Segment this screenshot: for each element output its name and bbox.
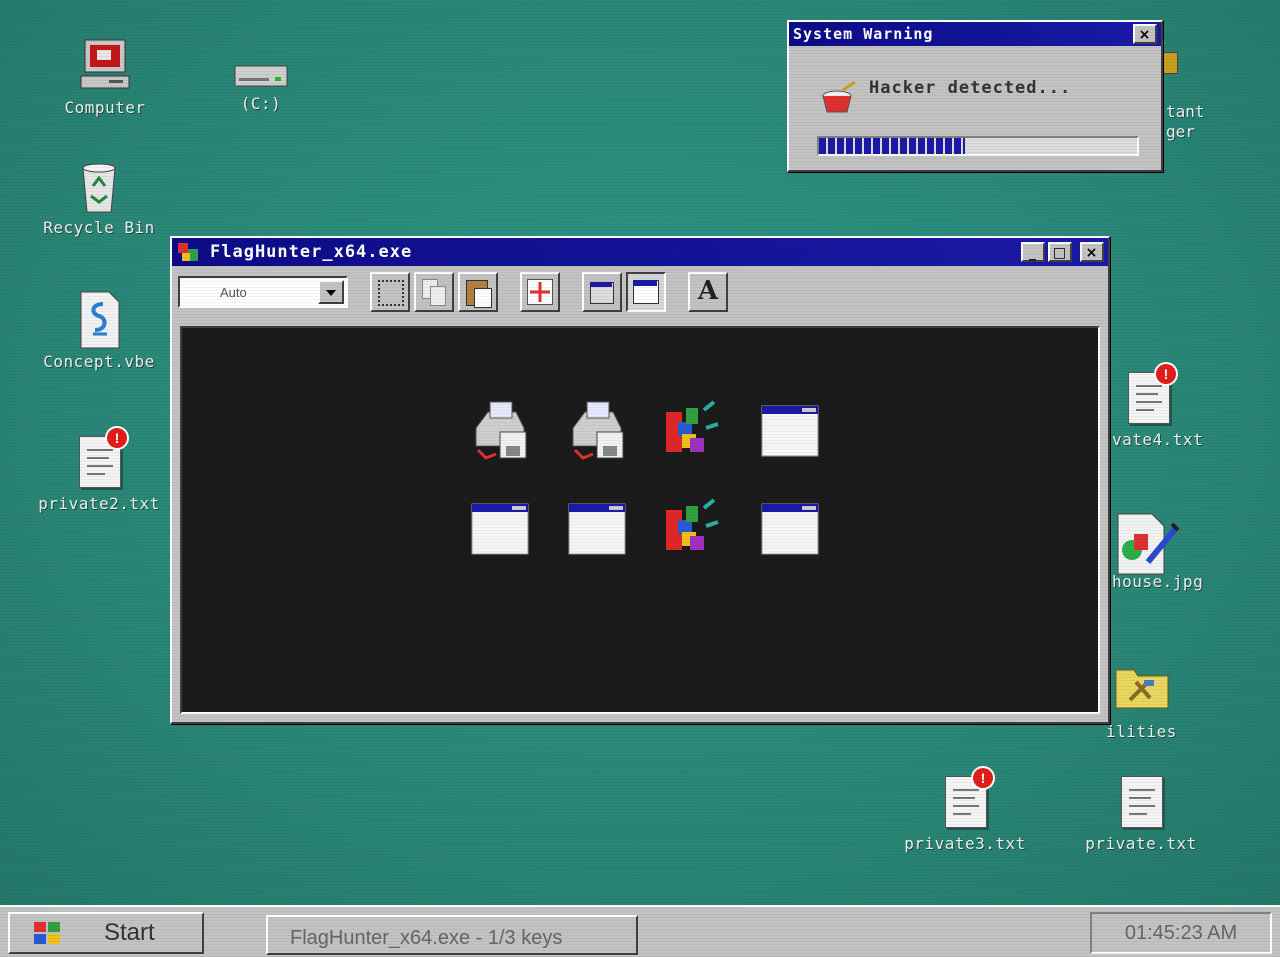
expand-arrows-icon [527,279,553,305]
start-label: Start [104,919,155,946]
desktop-icon-partial[interactable]: tant ger [1160,46,1220,146]
warning-icon [819,78,859,122]
maximize-button[interactable]: □ [1048,242,1072,262]
desktop-icon-label: Computer [64,98,146,117]
alert-badge-icon: ! [1156,364,1176,384]
font-button[interactable]: A [688,272,728,312]
text-file-icon [1111,772,1171,832]
alert-badge-icon: ! [107,428,127,448]
window-icon[interactable] [758,496,822,560]
window-icon[interactable] [565,496,629,560]
warning-progress-bar [817,136,1139,156]
close-button[interactable]: × [1080,242,1104,262]
blocks-icon[interactable] [660,398,724,462]
printer-disk-icon[interactable] [468,398,532,462]
desktop: Computer (C:) Recycle Bin Concept.vbe ! … [0,0,1280,905]
script-file-icon [69,290,129,350]
paste-button[interactable] [458,272,498,312]
auto-combo[interactable]: Auto [178,276,348,308]
toolbar: Auto A [172,266,1108,318]
minimize-button[interactable]: _ [1021,242,1045,262]
taskbar: Start FlagHunter_x64.exe - 1/3 keys 01:4… [0,905,1280,957]
desktop-icon-label: private.txt [1085,834,1197,853]
clock: 01:45:23 AM [1090,912,1272,954]
desktop-icon-label: ilities [1106,722,1177,741]
text-file-icon: ! [1118,364,1178,428]
desktop-icon-label: private3.txt [904,834,1026,853]
progress-fill [819,138,966,154]
desktop-icon-private3[interactable]: ! private3.txt [890,768,1040,853]
desktop-icon-label: (C:) [240,94,282,113]
taskbar-item-flaghunter[interactable]: FlagHunter_x64.exe - 1/3 keys [266,915,638,955]
window-title: FlagHunter_x64.exe [210,242,413,262]
blocks-icon[interactable] [660,496,724,560]
desktop-icon-label: Concept.vbe [43,352,155,371]
window-icon[interactable] [468,496,532,560]
marquee-icon [378,280,404,306]
flaghunter-window: FlagHunter_x64.exe _ □ × Auto A [170,236,1110,724]
background-button[interactable] [626,272,666,312]
copy-button[interactable] [414,272,454,312]
text-file-icon: ! [69,428,129,492]
hard-drive-icon [231,58,291,92]
desktop-icon-private2[interactable]: ! private2.txt [24,428,174,513]
recycle-bin-icon [69,156,129,216]
console-canvas [180,326,1100,714]
desktop-icon-recycle-bin[interactable]: Recycle Bin [24,156,174,237]
desktop-icon-label: tant [1166,102,1205,121]
warning-dialog: System Warning × Hacker detected... [787,20,1163,172]
combo-value: Auto [220,285,247,300]
text-file-icon: ! [935,768,995,832]
desktop-icon-label: ger [1166,122,1195,141]
desktop-icon-label: private2.txt [38,494,160,513]
image-file-icon [1112,510,1180,575]
computer-icon [75,36,135,96]
windows-logo-icon [28,920,68,948]
desktop-icon-house[interactable]: house.jpg [1090,510,1240,591]
warning-message: Hacker detected... [869,78,1072,98]
desktop-icon-label: Recycle Bin [43,218,155,237]
desktop-icon-concept[interactable]: Concept.vbe [24,290,174,371]
warning-title: System Warning [793,25,934,43]
alert-badge-icon: ! [973,768,993,788]
main-titlebar: FlagHunter_x64.exe _ □ × [172,238,1108,266]
warning-titlebar: System Warning × [789,22,1161,46]
app-icon [176,239,202,265]
folder-icon [1110,660,1170,720]
chevron-down-icon[interactable] [318,280,344,304]
printer-disk-icon[interactable] [565,398,629,462]
fullscreen-button[interactable] [520,272,560,312]
desktop-icon-computer[interactable]: Computer [30,36,180,117]
start-button[interactable]: Start [8,912,204,954]
properties-button[interactable] [582,272,622,312]
select-button[interactable] [370,272,410,312]
warning-close-button[interactable]: × [1133,24,1157,44]
desktop-icon-private[interactable]: private.txt [1066,772,1216,853]
window-icon[interactable] [758,398,822,462]
desktop-icon-drive-c[interactable]: (C:) [186,58,336,113]
